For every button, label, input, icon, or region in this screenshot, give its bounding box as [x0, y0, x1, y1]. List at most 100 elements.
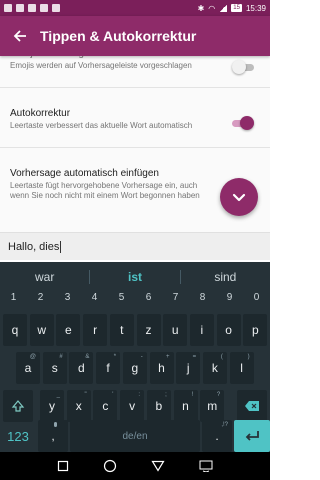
- key-s[interactable]: # s: [42, 352, 67, 384]
- key-k[interactable]: (k: [202, 352, 227, 384]
- key-i[interactable]: i: [189, 314, 214, 346]
- key-z[interactable]: z: [136, 314, 161, 346]
- switch-thumb: [240, 116, 254, 130]
- number-key[interactable]: 5: [108, 292, 135, 312]
- clock: 15:39: [245, 3, 266, 13]
- key-d[interactable]: & d: [69, 352, 94, 384]
- period-label: .: [215, 429, 219, 443]
- key-c[interactable]: ' c: [93, 390, 118, 422]
- setting-autocorrect[interactable]: Autokorrektur Leertaste verbessert das a…: [0, 98, 270, 148]
- number-key[interactable]: 3: [54, 292, 81, 312]
- status-bar: ✱ ◠ 15 15:39: [0, 0, 270, 16]
- collapse-fab[interactable]: [220, 178, 258, 216]
- shift-icon: [11, 400, 25, 412]
- number-key[interactable]: 2: [27, 292, 54, 312]
- key-q[interactable]: q: [3, 314, 27, 346]
- key-b[interactable]: ; b: [146, 390, 171, 422]
- key-label: x: [75, 399, 82, 413]
- key-label: q: [11, 323, 19, 337]
- period-key[interactable]: ,!? .: [202, 420, 232, 452]
- number-key[interactable]: 8: [189, 292, 216, 312]
- number-key[interactable]: 9: [216, 292, 243, 312]
- suggestion-bar: war ist sind: [0, 262, 270, 292]
- key-hint: ): [247, 354, 250, 360]
- recent-apps-icon[interactable]: [57, 460, 69, 472]
- key-hint: ;: [165, 392, 167, 398]
- key-u[interactable]: u: [163, 314, 188, 346]
- notification-icon: [4, 4, 12, 12]
- comma-key[interactable]: ,: [38, 420, 68, 452]
- key-n[interactable]: ! n: [173, 390, 198, 422]
- number-key[interactable]: 7: [162, 292, 189, 312]
- key-label: g: [131, 361, 139, 375]
- app-bar: Tippen & Autokorrektur: [0, 16, 270, 56]
- key-y[interactable]: _ y: [40, 390, 64, 422]
- number-key[interactable]: 1: [0, 292, 27, 312]
- key-m[interactable]: ? m: [200, 390, 225, 422]
- key-v[interactable]: :v: [120, 390, 145, 422]
- key-r[interactable]: r: [83, 314, 108, 346]
- key-label: y: [49, 399, 55, 413]
- shift-key[interactable]: [3, 390, 33, 422]
- key-label: l: [240, 361, 243, 375]
- key-label: n: [182, 399, 189, 413]
- key-label: f: [106, 361, 110, 375]
- navigation-bar: [0, 452, 270, 480]
- key-label: t: [120, 323, 124, 337]
- key-o[interactable]: o: [216, 314, 241, 346]
- number-key[interactable]: 6: [135, 292, 162, 312]
- battery-icon: 15: [231, 4, 242, 12]
- backspace-icon: [245, 401, 259, 411]
- key-label: o: [225, 323, 232, 337]
- key-g[interactable]: -g: [122, 352, 147, 384]
- suggestion-right[interactable]: sind: [181, 270, 270, 284]
- wifi-icon: ◠: [208, 3, 216, 13]
- key-t[interactable]: t: [109, 314, 134, 346]
- key-f[interactable]: * f: [96, 352, 121, 384]
- key-j[interactable]: = j: [176, 352, 201, 384]
- emoji-predictions-switch[interactable]: [232, 60, 254, 74]
- space-key[interactable]: de/en: [70, 420, 200, 452]
- key-hint: +: [165, 354, 170, 360]
- key-e[interactable]: e: [56, 314, 81, 346]
- key-x[interactable]: " x: [66, 390, 91, 422]
- key-h[interactable]: + h: [149, 352, 174, 384]
- number-key[interactable]: 0: [243, 292, 270, 312]
- key-p[interactable]: p: [243, 314, 268, 346]
- key-label: d: [78, 361, 85, 375]
- key-row-1: qwertzuiop: [0, 312, 270, 350]
- screen: { "status_bar": { "battery": "15", "time…: [0, 0, 270, 480]
- enter-key[interactable]: [234, 420, 270, 452]
- key-row-2: @ a # s & d * f - g + h = j(k) l: [0, 350, 270, 388]
- key-label: h: [158, 361, 165, 375]
- key-label: s: [51, 361, 58, 375]
- number-row: 1 2 3 4 5 6 7 8 9 0: [0, 292, 270, 312]
- key-label: c: [102, 399, 109, 413]
- key-label: b: [155, 399, 163, 413]
- keyboard-hide-icon[interactable]: [199, 460, 213, 472]
- setting-title: Autokorrektur: [10, 108, 71, 119]
- number-key[interactable]: 4: [81, 292, 108, 312]
- key-row-4: 123 , de/en ,!? .: [0, 420, 270, 452]
- suggestion-center[interactable]: ist: [90, 270, 179, 284]
- home-icon[interactable]: [103, 459, 117, 473]
- keyboard: war ist sind 1 2 3 4 5 6 7 8 9 0 qwertzu…: [0, 262, 270, 452]
- key-hint: =: [192, 354, 197, 360]
- back-button[interactable]: [0, 16, 40, 56]
- setting-subtitle: Emojis werden auf Vorhersageleiste vorge…: [10, 61, 192, 70]
- autocorrect-switch[interactable]: [232, 116, 254, 130]
- bluetooth-icon: ✱: [197, 3, 205, 13]
- back-nav-icon[interactable]: [151, 460, 165, 472]
- suggestion-left[interactable]: war: [0, 270, 89, 284]
- key-label: a: [24, 361, 32, 375]
- key-a[interactable]: @ a: [16, 352, 40, 384]
- text-input[interactable]: Hallo, dies: [0, 232, 270, 260]
- backspace-key[interactable]: [237, 390, 267, 422]
- switch-thumb: [232, 60, 246, 74]
- chevron-down-icon: [232, 193, 246, 202]
- key-l[interactable]: ) l: [229, 352, 254, 384]
- mode-key[interactable]: 123: [0, 420, 36, 452]
- key-w[interactable]: w: [29, 314, 54, 346]
- text-cursor: [60, 240, 62, 253]
- key-hint: (: [220, 354, 223, 360]
